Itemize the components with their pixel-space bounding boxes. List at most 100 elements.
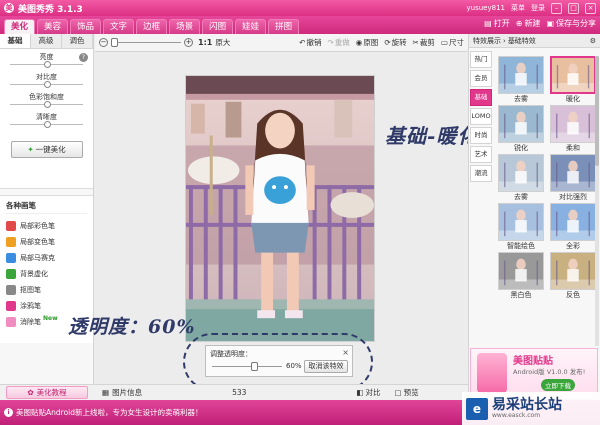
effect-category-tab[interactable]: 艺术 bbox=[470, 146, 492, 163]
effect-category-tab[interactable]: 热门 bbox=[470, 51, 492, 68]
zoom-slider-thumb[interactable] bbox=[111, 38, 118, 47]
tutorial-button[interactable]: ✿ 美化教程 bbox=[6, 386, 88, 399]
transparency-slider-thumb[interactable] bbox=[251, 362, 258, 371]
zoom-out-icon[interactable]: − bbox=[99, 38, 108, 47]
adjust-slider[interactable] bbox=[10, 61, 83, 68]
original-size-button[interactable]: 原大 bbox=[215, 37, 230, 48]
zoom-ratio[interactable]: 1:1 bbox=[198, 38, 212, 47]
effect-tile[interactable]: 暖化 bbox=[549, 56, 597, 104]
tool-label: 原图 bbox=[363, 38, 379, 47]
effect-label: 去雾 bbox=[514, 95, 528, 103]
compare-button[interactable]: ◧ 对比 bbox=[356, 387, 380, 398]
menu-link[interactable]: 菜单 bbox=[511, 3, 525, 13]
file-actions: ▤ 打开 ⊕ 新建 ▣ 保存与分享 bbox=[484, 18, 596, 29]
adjust-slider[interactable] bbox=[10, 81, 83, 88]
tool-icon: ↷ bbox=[327, 38, 334, 47]
tool-button[interactable]: ◉ 原图 bbox=[356, 37, 379, 48]
effect-tile[interactable]: 智能绘色 bbox=[497, 203, 545, 251]
effects-breadcrumb: 特效展示 › 基础特效 ⚙ bbox=[469, 34, 600, 48]
bottom-bar: ✿ 美化教程 ▦ 图片信息 533 ◧ 对比 ▢ 预览 bbox=[0, 384, 468, 400]
zoom-slider[interactable] bbox=[111, 38, 181, 47]
brush-icon bbox=[6, 253, 16, 263]
adjust-slider[interactable] bbox=[10, 121, 83, 128]
menu-tab[interactable]: 场景 bbox=[169, 19, 201, 34]
effect-tile[interactable]: 去雾 bbox=[497, 154, 545, 202]
tool-button[interactable]: ↶ 撤销 bbox=[299, 37, 321, 48]
promo-title: 美图贴贴 bbox=[513, 356, 553, 367]
slider-thumb[interactable] bbox=[43, 101, 51, 108]
adjust-subtab[interactable]: 基础 bbox=[0, 34, 31, 48]
menu-tab[interactable]: 拼图 bbox=[268, 19, 300, 34]
effect-tile[interactable]: 反色 bbox=[549, 252, 597, 300]
save-share-button[interactable]: ▣ 保存与分享 bbox=[546, 18, 596, 29]
menu-tab[interactable]: 闪图 bbox=[202, 19, 234, 34]
effect-category-tab[interactable]: 基础 bbox=[470, 89, 492, 106]
zoom-in-icon[interactable]: + bbox=[184, 38, 193, 47]
new-button[interactable]: ⊕ 新建 bbox=[516, 18, 541, 29]
menu-tab[interactable]: 美化 bbox=[4, 19, 36, 34]
brush-item[interactable]: 背景虚化 bbox=[6, 266, 87, 282]
slider-thumb[interactable] bbox=[43, 121, 51, 128]
menu-tab[interactable]: 饰品 bbox=[70, 19, 102, 34]
effect-thumbnail bbox=[498, 154, 544, 192]
effect-thumbnail bbox=[498, 105, 544, 143]
open-button[interactable]: ▤ 打开 bbox=[484, 18, 510, 29]
effect-tile[interactable]: 去雾 bbox=[497, 56, 545, 104]
effect-label: 柔和 bbox=[566, 144, 580, 152]
menu-tab[interactable]: 文字 bbox=[103, 19, 135, 34]
effect-tile[interactable]: 对比强烈 bbox=[549, 154, 597, 202]
effect-label: 全彩 bbox=[566, 242, 580, 250]
brush-item[interactable]: 局部马赛克 bbox=[6, 250, 87, 266]
tool-button[interactable]: ⟳ 旋转 bbox=[384, 37, 406, 48]
promo-download-button[interactable]: 立即下载 bbox=[541, 379, 575, 391]
preview-button[interactable]: ▢ 预览 bbox=[395, 387, 419, 398]
help-icon[interactable]: ? bbox=[79, 53, 88, 62]
slider-thumb[interactable] bbox=[43, 61, 51, 68]
adjust-slider[interactable] bbox=[10, 101, 83, 108]
tool-button[interactable]: ✂ 裁剪 bbox=[413, 37, 435, 48]
brush-item[interactable]: 局部彩色笔 bbox=[6, 218, 87, 234]
status-message[interactable]: 美图贴贴Android新上线啦，专为女生设计的卖萌利器！ bbox=[16, 407, 203, 418]
effect-category-tab[interactable]: 时尚 bbox=[470, 127, 492, 144]
effect-category-tab[interactable]: LOMO bbox=[470, 108, 492, 125]
cancel-effect-button[interactable]: 取消该特效 bbox=[304, 360, 348, 373]
breadcrumb-root[interactable]: 特效展示 bbox=[473, 36, 501, 46]
effects-scrollbar[interactable] bbox=[595, 56, 599, 346]
watermark-url: www.easck.com bbox=[492, 412, 541, 419]
menu-tab[interactable]: 边框 bbox=[136, 19, 168, 34]
menu-tab[interactable]: 娃娃 bbox=[235, 19, 267, 34]
slider-thumb[interactable] bbox=[43, 81, 51, 88]
adjust-subtab[interactable]: 高级 bbox=[31, 34, 62, 48]
effects-scrollbar-thumb[interactable] bbox=[595, 56, 599, 166]
effect-tile[interactable]: 柔和 bbox=[549, 105, 597, 153]
menu-tab[interactable]: 美容 bbox=[37, 19, 69, 34]
app-logo-icon: 美 bbox=[4, 3, 14, 13]
image-info-button[interactable]: ▦ 图片信息 bbox=[102, 387, 142, 398]
effect-tile[interactable]: 锐化 bbox=[497, 105, 545, 153]
notice-icon: i bbox=[4, 408, 13, 417]
effect-label: 暖化 bbox=[566, 95, 580, 103]
popup-close-icon[interactable]: × bbox=[342, 348, 349, 357]
effect-category-tab[interactable]: 潮流 bbox=[470, 165, 492, 182]
edited-photo[interactable] bbox=[185, 75, 375, 342]
promo-subtitle: Android版 V1.0.0 发布! bbox=[513, 368, 586, 376]
brush-item[interactable]: 抠图笔 bbox=[6, 282, 87, 298]
adjust-subtab[interactable]: 调色 bbox=[62, 34, 93, 48]
login-link[interactable]: 登录 bbox=[531, 3, 545, 13]
transparency-slider[interactable] bbox=[212, 362, 282, 371]
tool-button[interactable]: ▭ 尺寸 bbox=[441, 37, 464, 48]
effect-tile[interactable]: 黑白色 bbox=[497, 252, 545, 300]
compare-icon: ◧ bbox=[356, 388, 364, 397]
breadcrumb-current: 基础特效 bbox=[507, 36, 536, 45]
maximize-icon[interactable]: □ bbox=[568, 2, 579, 14]
brush-label: 局部彩色笔 bbox=[20, 222, 55, 230]
basic-sliders: ? 亮度 对比度 色彩饱和度 清晰度 ✦ 一键美化 bbox=[0, 49, 93, 189]
username[interactable]: yusuey811 bbox=[467, 4, 505, 12]
effect-tile[interactable]: 全彩 bbox=[549, 203, 597, 251]
brush-item[interactable]: 局部变色笔 bbox=[6, 234, 87, 250]
gear-icon[interactable]: ⚙ bbox=[590, 37, 596, 45]
minimize-icon[interactable]: – bbox=[551, 2, 562, 14]
close-icon[interactable]: × bbox=[585, 2, 596, 14]
one-click-beautify-button[interactable]: ✦ 一键美化 bbox=[10, 141, 83, 158]
effect-category-tab[interactable]: 会员 bbox=[470, 70, 492, 87]
